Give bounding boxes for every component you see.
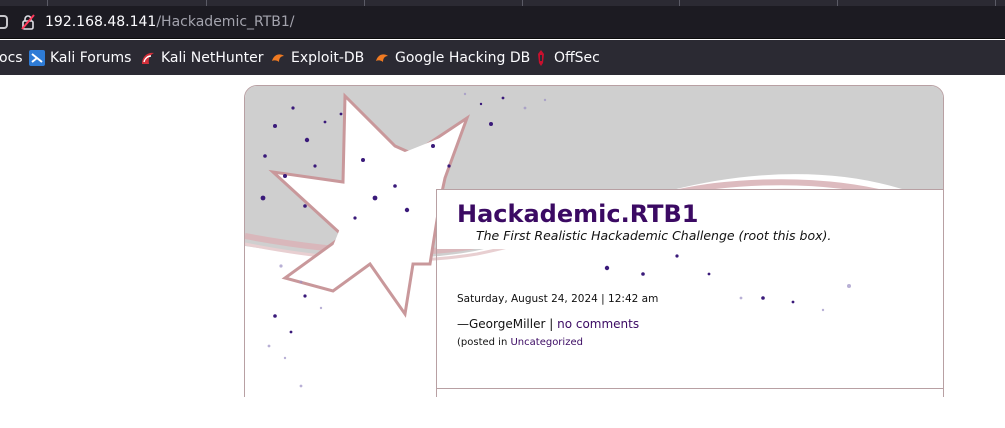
kali-nethunter-icon — [142, 52, 154, 64]
blog-header: Hackademic.RTB1 The First Realistic Hack… — [436, 189, 943, 249]
bookmark-google-hacking-db[interactable]: Google Hacking DB — [374, 49, 530, 67]
bookmark-offsec[interactable]: OffSec — [533, 49, 600, 67]
kali-forums-icon — [29, 50, 45, 66]
page-info-icon[interactable] — [0, 15, 8, 29]
post-author: —GeorgeMiller | — [457, 317, 558, 331]
category-link[interactable]: Uncategorized — [510, 337, 582, 348]
bookmark-exploit-db[interactable]: Exploit-DB — [270, 49, 364, 67]
blog-page-frame: Hackademic.RTB1 The First Realistic Hack… — [244, 85, 944, 425]
offsec-icon — [538, 50, 544, 66]
bookmark-label: Kali Forums — [50, 50, 132, 66]
blog-description: The First Realistic Hackademic Challenge… — [476, 228, 832, 243]
bookmark-label: ocs — [0, 50, 23, 66]
bookmark-label: Google Hacking DB — [395, 50, 531, 66]
bookmarks-toolbar: ocs Kali Forums Kali NetHunter Exploit-D… — [0, 40, 1005, 75]
post-content: Saturday, August 24, 2024 | 12:42 am —Ge… — [436, 249, 943, 389]
url-text[interactable]: 192.168.48.141/Hackademic_RTB1/ — [45, 14, 295, 30]
bookmark-label: Exploit-DB — [291, 50, 365, 66]
ghdb-icon — [376, 54, 388, 62]
insecure-lock-icon[interactable] — [20, 14, 36, 30]
bookmark-docs[interactable]: ocs — [0, 49, 23, 67]
bookmark-kali-nethunter[interactable]: Kali NetHunter — [140, 49, 263, 67]
address-bar[interactable]: 192.168.48.141/Hackademic_RTB1/ — [0, 6, 1005, 39]
post-date: Saturday, August 24, 2024 | 12:42 am — [457, 293, 659, 305]
exploit-db-icon — [272, 54, 284, 62]
web-page: Hackademic.RTB1 The First Realistic Hack… — [0, 75, 1005, 425]
bookmark-kali-forums[interactable]: Kali Forums — [29, 49, 131, 67]
posted-in-label: (posted in — [457, 337, 511, 348]
bookmark-label: Kali NetHunter — [161, 50, 264, 66]
blog-title[interactable]: Hackademic.RTB1 — [457, 200, 698, 228]
page-bottom-blank — [0, 397, 1005, 428]
post-meta: —GeorgeMiller | no comments — [457, 317, 639, 331]
url-path: /Hackademic_RTB1/ — [156, 14, 295, 30]
url-host: 192.168.48.141 — [45, 14, 157, 30]
bookmark-label: OffSec — [554, 50, 600, 66]
post-category: (posted in Uncategorized — [457, 337, 583, 348]
comments-link[interactable]: no comments — [557, 317, 639, 331]
